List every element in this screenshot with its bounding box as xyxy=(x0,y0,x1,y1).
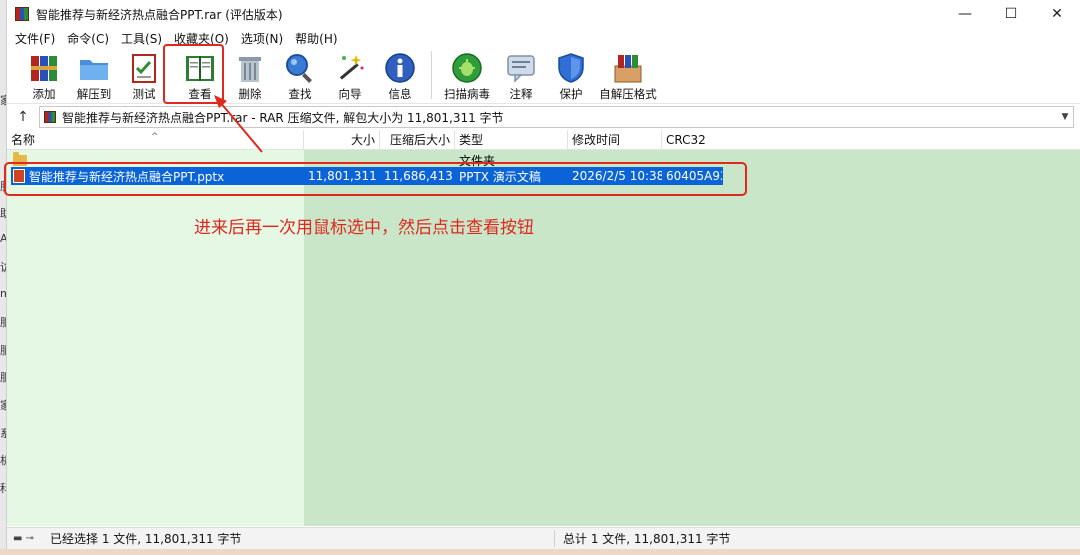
annotation-arrow xyxy=(214,95,263,153)
taskbar-strip xyxy=(0,549,1080,555)
